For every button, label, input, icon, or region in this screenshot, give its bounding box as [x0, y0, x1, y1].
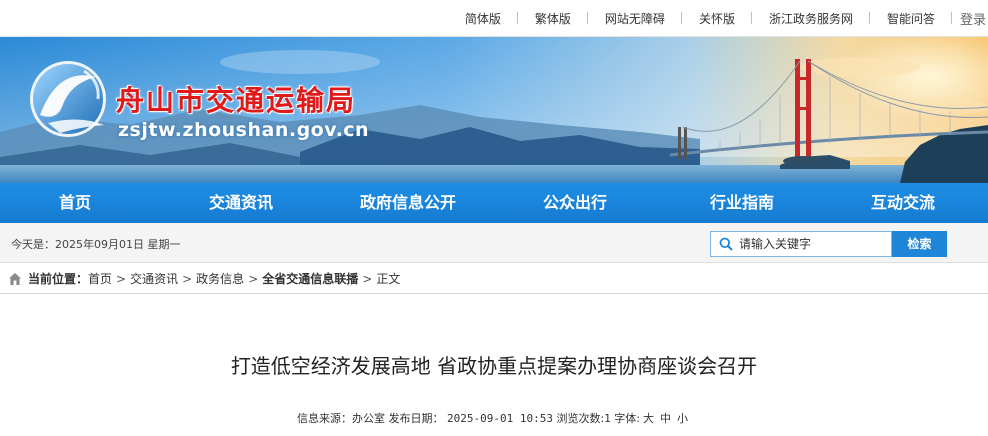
breadcrumb-bar: 当前位置： 首页 > 交通资讯 > 政务信息 > 全省交通信息联播 > 正文 — [0, 263, 988, 294]
breadcrumb-gov-affairs[interactable]: 政务信息 — [196, 270, 244, 287]
home-icon — [9, 272, 21, 285]
breadcrumb-separator: > — [182, 271, 193, 286]
top-link-care-mode[interactable]: 关怀版 — [682, 10, 752, 27]
site-domain: zsjtw.zhoushan.gov.cn — [118, 119, 370, 141]
date-label: 发布日期： — [388, 412, 444, 425]
search-button[interactable]: 检索 — [892, 231, 947, 257]
main-nav: 首页 交通资讯 政府信息公开 公众出行 行业指南 互动交流 — [0, 183, 988, 223]
breadcrumb-province-broadcast[interactable]: 全省交通信息联播 — [262, 270, 358, 287]
top-link-traditional[interactable]: 繁体版 — [518, 10, 588, 27]
page: { "top_links": ["简体版", "繁体版", "网站无障碍", "… — [0, 0, 988, 436]
breadcrumb-separator: > — [116, 271, 127, 286]
views-label: 浏览次数: — [556, 412, 605, 425]
nav-home[interactable]: 首页 — [0, 183, 150, 223]
breadcrumb-traffic-news[interactable]: 交通资讯 — [130, 270, 178, 287]
top-link-smart-qa[interactable]: 智能问答 — [870, 10, 952, 27]
top-links: 简体版 繁体版 网站无障碍 关怀版 浙江政务服务网 智能问答 登录 — [448, 0, 988, 37]
info-bar: 今天是：2025年09月01日 星期一 检索 — [0, 223, 988, 263]
nav-public-travel[interactable]: 公众出行 — [484, 183, 666, 223]
breadcrumb-separator: > — [248, 271, 259, 286]
logo-emblem-icon — [30, 61, 106, 137]
font-size-medium[interactable]: 中 — [660, 412, 671, 425]
date-value: 2025-09-01 10:53 — [446, 412, 553, 425]
font-size-label: 字体: — [614, 412, 641, 425]
article-title: 打造低空经济发展高地 省政协重点提案办理协商座谈会召开 — [230, 354, 758, 378]
top-bar: 简体版 繁体版 网站无障碍 关怀版 浙江政务服务网 智能问答 登录 — [0, 0, 988, 37]
breadcrumb: 当前位置： 首页 > 交通资讯 > 政务信息 > 全省交通信息联播 > 正文 — [8, 270, 400, 287]
source-value: 办公室 — [351, 412, 385, 425]
login-link[interactable]: 登录 — [952, 9, 988, 28]
nav-interaction[interactable]: 互动交流 — [818, 183, 988, 223]
nav-industry-guide[interactable]: 行业指南 — [666, 183, 818, 223]
breadcrumb-label: 当前位置： — [28, 272, 89, 286]
top-link-accessibility[interactable]: 网站无障碍 — [588, 10, 682, 27]
today-date: 今天是：2025年09月01日 星期一 — [11, 238, 181, 251]
source-label: 信息来源： — [296, 412, 352, 425]
nav-traffic-news[interactable]: 交通资讯 — [150, 183, 332, 223]
nav-gov-info[interactable]: 政府信息公开 — [332, 183, 484, 223]
top-link-simplified[interactable]: 简体版 — [448, 10, 518, 27]
article-meta: 信息来源：办公室 发布日期： 2025-09-01 10:53 浏览次数:1 字… — [0, 410, 988, 426]
font-size-small[interactable]: 小 — [677, 412, 688, 425]
font-size-large[interactable]: 大 — [643, 412, 654, 425]
breadcrumb-separator: > — [362, 271, 373, 286]
header-banner: 舟山市交通运输局 zsjtw.zhoushan.gov.cn — [0, 37, 988, 183]
search-box — [710, 231, 892, 257]
breadcrumb-home[interactable]: 首页 — [88, 270, 112, 287]
top-link-zj-service[interactable]: 浙江政务服务网 — [752, 10, 870, 27]
search-icon — [719, 237, 733, 251]
site-title[interactable]: 舟山市交通运输局 — [116, 79, 356, 119]
breadcrumb-current: 正文 — [376, 272, 401, 286]
search-input[interactable] — [739, 234, 889, 254]
views-value: 1 — [604, 412, 611, 425]
